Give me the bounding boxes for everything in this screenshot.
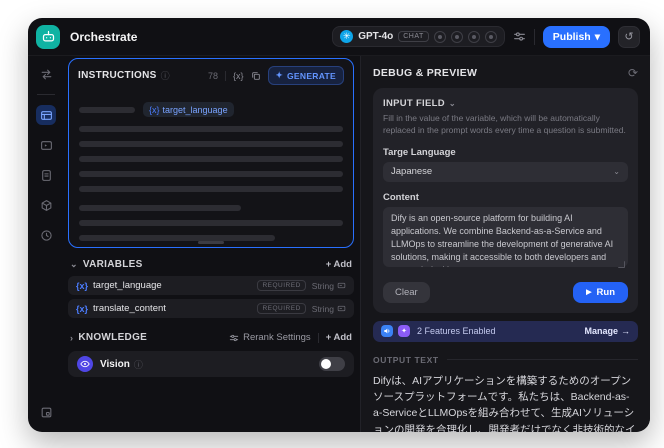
rerank-settings-button[interactable]: Rerank Settings [229,332,311,343]
vision-label: Vision [100,358,130,370]
panel-resize-handle[interactable] [198,241,224,244]
more-like-this-feature-icon: ✦ [398,325,410,338]
sidebar-item-arrange[interactable] [36,64,56,84]
info-icon: ⓘ [133,359,143,370]
chevron-down-icon: ⌄ [448,99,456,108]
skeleton-line [79,156,343,162]
model-selector[interactable]: ✳ GPT-4o CHAT [332,26,505,47]
skeleton-line [79,106,135,113]
chevron-down-icon: ⌄ [613,167,620,177]
variable-row-translate-content[interactable]: {x} translate_content REQUIRED String [68,299,354,318]
info-icon: ⓘ [160,71,170,81]
rerank-icon [229,334,239,341]
copy-prompt-icon[interactable] [251,71,261,81]
target-language-label: Targe Language [383,146,456,158]
play-icon: ▶ [586,289,592,297]
page-title: Orchestrate [70,29,138,44]
input-field-card: INPUT FIELD ⌄ Fill in the value of the v… [373,88,638,313]
text-to-speech-feature-icon [381,325,393,338]
sidebar-item-orchestrate[interactable] [36,105,56,125]
debug-preview-title: DEBUG & PREVIEW [373,67,478,79]
eye-icon [77,356,93,372]
skeleton-line [79,220,343,226]
features-enabled-text: 2 Features Enabled [417,326,496,337]
model-name: GPT-4o [358,31,394,42]
skeleton-line [79,205,241,211]
skeleton-line [79,235,275,241]
app-logo-icon [36,24,60,49]
output-text-title: OUTPUT TEXT [373,354,439,365]
required-badge: REQUIRED [257,280,306,291]
left-sidebar [28,56,64,432]
insert-variable-icon[interactable]: {x} [233,71,244,81]
knowledge-title[interactable]: › KNOWLEDGE [70,332,147,343]
model-capability-icon [450,30,463,43]
variable-row-target-language[interactable]: {x} target_language REQUIRED String [68,276,354,295]
sidebar-item-panel-toggle[interactable] [36,402,56,422]
skeleton-line [79,186,343,192]
model-capability-icon [433,30,446,43]
model-mode-badge: CHAT [398,31,429,42]
manage-features-link[interactable]: Manage → [584,326,630,336]
variable-type: String [312,304,346,314]
input-type-icon [337,282,346,289]
model-provider-icon: ✳ [340,30,354,43]
run-button[interactable]: ▶ Run [573,281,628,303]
content-textarea[interactable]: Dify is an open-source platform for buil… [383,206,628,267]
refresh-icon[interactable]: ⟳ [628,66,638,80]
sidebar-item-logs[interactable] [36,165,56,185]
required-badge: REQUIRED [257,303,306,314]
clear-button[interactable]: Clear [383,281,430,303]
prompt-char-count: 78 [208,70,219,81]
chevron-right-icon: › [70,332,74,343]
skeleton-line [79,126,343,132]
debug-preview-panel: DEBUG & PREVIEW ⟳ INPUT FIELD ⌄ Fill in … [360,56,650,432]
model-capability-icon [484,30,497,43]
variable-chip-target-language[interactable]: {x} target_language [143,102,234,117]
variable-icon: {x} [76,303,89,314]
header-divider [533,28,535,45]
skeleton-line [79,171,343,177]
model-capability-icon [467,30,480,43]
history-button[interactable]: ↺ [618,25,640,48]
app-window: Orchestrate ✳ GPT-4o CHAT Publish ▾ ↺ IN… [28,18,650,432]
output-text: Difyは、AIアプリケーションを構築するためのオープンソースプラットフォームで… [373,374,636,432]
sidebar-item-terminal[interactable] [36,135,56,155]
generate-button[interactable]: ✦ GENERATE [267,66,344,85]
variable-type: String [312,281,346,291]
add-knowledge-button[interactable]: + Add [326,332,352,343]
vision-setting-card: Vision ⓘ [68,351,354,377]
configuration-column: INSTRUCTIONS ⓘ 78 {x} ✦ GENERATE {x} tar… [64,56,360,432]
sidebar-divider [37,94,55,95]
sidebar-item-api[interactable] [36,195,56,215]
input-field-description: Fill in the value of the variable, which… [383,113,626,135]
chevron-down-icon: ▾ [594,30,600,43]
vision-toggle[interactable] [319,357,345,371]
model-params-icon[interactable] [513,30,526,43]
top-header: Orchestrate ✳ GPT-4o CHAT Publish ▾ ↺ [28,18,650,56]
variable-icon: {x} [76,280,89,291]
actions-divider [317,332,319,343]
add-variable-button[interactable]: + Add [326,259,352,270]
input-field-title[interactable]: INPUT FIELD ⌄ [383,98,628,109]
features-enabled-bar[interactable]: ✦ 2 Features Enabled Manage → [373,320,638,342]
chevron-down-icon: ⌄ [70,259,78,269]
variables-header: ⌄ VARIABLES + Add [70,259,352,270]
history-icon: ↺ [624,31,634,43]
input-type-icon [337,305,346,312]
output-divider [446,359,638,361]
instructions-panel[interactable]: INSTRUCTIONS ⓘ 78 {x} ✦ GENERATE {x} tar… [68,58,354,248]
publish-button[interactable]: Publish ▾ [542,25,610,48]
target-language-select[interactable]: Japanese ⌄ [383,161,628,182]
sparkle-icon: ✦ [275,70,283,80]
variables-title[interactable]: ⌄ VARIABLES [70,259,143,270]
content-label: Content [383,191,419,203]
tools-divider [225,70,227,81]
prompt-editor[interactable]: {x} target_language {x} [69,89,353,247]
skeleton-line [79,141,343,147]
sidebar-item-monitoring[interactable] [36,225,56,245]
arrow-right-icon: → [621,326,630,337]
instructions-title: INSTRUCTIONS [78,70,157,81]
knowledge-header: › KNOWLEDGE Rerank Settings + Add [70,332,352,343]
